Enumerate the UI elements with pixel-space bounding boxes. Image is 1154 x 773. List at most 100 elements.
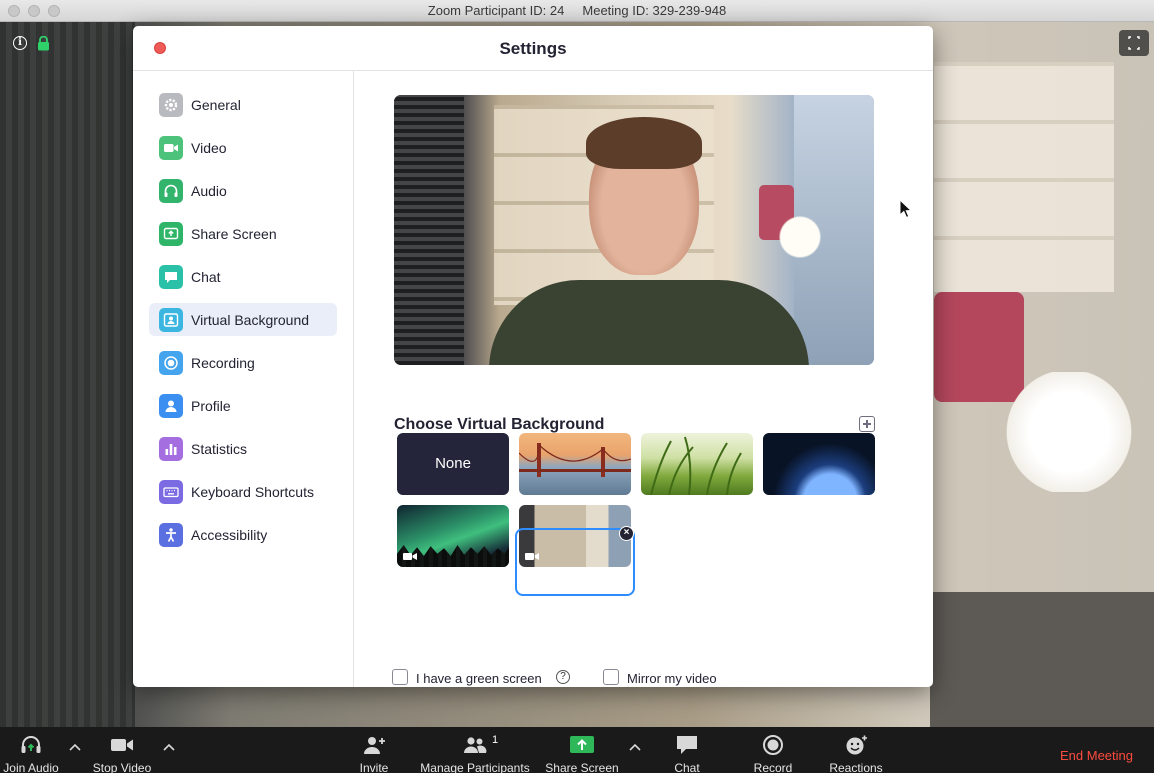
meeting-blinds (0, 22, 135, 727)
share-screen-icon (570, 736, 594, 753)
sidebar-item-general[interactable]: General (149, 88, 337, 121)
mirror-video-label: Mirror my video (627, 671, 717, 686)
meeting-shelf (934, 62, 1114, 292)
window-minimize-button[interactable] (28, 5, 40, 17)
settings-dialog: Settings General Video Audio Share Scree… (133, 26, 933, 687)
manage-participants-button[interactable]: Manage Participants (418, 727, 532, 773)
bar-chart-icon (159, 437, 183, 461)
join-audio-label: Join Audio (3, 761, 59, 773)
mirror-video-checkbox[interactable] (603, 669, 619, 685)
background-aurora[interactable] (397, 505, 509, 567)
selected-background-outline (515, 528, 635, 596)
sidebar-item-label: Statistics (191, 441, 248, 457)
meeting-toolbar: Join Audio Stop Video Invite Manage Part… (0, 727, 1154, 773)
record-label: Record (753, 761, 793, 773)
bridge-image (519, 443, 631, 477)
sidebar-item-label: Recording (191, 355, 255, 371)
encryption-lock-icon[interactable] (37, 36, 50, 51)
video-camera-icon (403, 553, 417, 560)
sidebar-item-label: Virtual Background (191, 312, 310, 328)
fullscreen-icon (1128, 36, 1140, 50)
background-grass[interactable] (641, 433, 753, 495)
sidebar-item-share-screen[interactable]: Share Screen (149, 217, 337, 250)
section-title: Choose Virtual Background (394, 416, 605, 433)
mouse-cursor-icon (899, 199, 913, 219)
gear-icon (159, 93, 183, 117)
video-camera-icon (111, 739, 133, 751)
sidebar-item-label: Keyboard Shortcuts (191, 484, 314, 500)
record-circle-icon (763, 735, 783, 755)
delete-background-button[interactable]: × (619, 526, 634, 541)
person-portrait-icon (159, 308, 183, 332)
sidebar-item-audio[interactable]: Audio (149, 174, 337, 207)
participant-count: 1 (492, 734, 499, 746)
green-screen-label: I have a green screen (416, 671, 542, 686)
window-close-button[interactable] (8, 5, 20, 17)
window-title-bar: Zoom Participant ID: 24 Meeting ID: 329-… (0, 0, 1154, 22)
record-button[interactable]: Record (748, 727, 798, 773)
end-meeting-button[interactable]: End Meeting (1060, 748, 1133, 763)
window-title: Zoom Participant ID: 24 Meeting ID: 329-… (427, 3, 727, 18)
meeting-table (930, 592, 1154, 727)
join-audio-button[interactable]: Join Audio (0, 727, 62, 773)
user-icon (159, 394, 183, 418)
sidebar-item-label: Video (191, 140, 227, 156)
chat-button[interactable]: Chat (664, 727, 710, 773)
share-screen-button[interactable]: Share Screen (543, 727, 621, 773)
green-screen-checkbox[interactable] (392, 669, 408, 685)
background-bridge[interactable] (519, 433, 631, 495)
share-options-chevron-up-icon[interactable] (629, 743, 641, 751)
video-options-chevron-up-icon[interactable] (163, 743, 175, 751)
chat-bubble-icon (159, 265, 183, 289)
sidebar-item-virtual-background[interactable]: Virtual Background (149, 303, 337, 336)
help-icon[interactable]: ? (556, 670, 570, 684)
participants-icon (464, 737, 487, 753)
sidebar-item-label: Accessibility (191, 527, 268, 543)
settings-header: Settings (133, 26, 933, 71)
smiley-add-icon (846, 735, 867, 755)
add-background-button[interactable] (859, 416, 875, 432)
sidebar-item-chat[interactable]: Chat (149, 260, 337, 293)
virtual-background-panel: Choose Virtual Background None × I have … (355, 71, 933, 687)
background-earth-space[interactable] (763, 433, 875, 495)
sidebar-item-label: Chat (191, 269, 221, 285)
sidebar-item-label: Audio (191, 183, 227, 199)
preview-person-body (489, 280, 809, 365)
sidebar-item-recording[interactable]: Recording (149, 346, 337, 379)
chat-bubble-icon (677, 736, 697, 754)
background-none[interactable]: None (397, 433, 509, 495)
video-preview (394, 95, 874, 365)
preview-blinds (394, 95, 464, 365)
chat-label: Chat (674, 761, 700, 773)
sidebar-item-label: Profile (191, 398, 231, 414)
add-user-icon (364, 737, 385, 754)
manage-participants-label: Manage Participants (420, 761, 530, 773)
preview-person-hair (586, 117, 702, 169)
preview-lamp (774, 213, 826, 261)
sidebar-item-profile[interactable]: Profile (149, 389, 337, 422)
sidebar-item-video[interactable]: Video (149, 131, 337, 164)
invite-button[interactable]: Invite (350, 727, 398, 773)
sidebar-item-label: Share Screen (191, 226, 277, 242)
share-screen-icon (159, 222, 183, 246)
share-screen-label: Share Screen (545, 761, 619, 773)
fullscreen-button[interactable] (1119, 30, 1149, 56)
sidebar-item-statistics[interactable]: Statistics (149, 432, 337, 465)
sidebar-item-label: General (191, 97, 241, 113)
sidebar-item-accessibility[interactable]: Accessibility (149, 518, 337, 551)
reactions-label: Reactions (829, 761, 883, 773)
sidebar-item-keyboard-shortcuts[interactable]: Keyboard Shortcuts (149, 475, 337, 508)
meeting-lamp (1004, 372, 1134, 492)
meeting-info-icon[interactable]: i (13, 36, 27, 50)
stop-video-button[interactable]: Stop Video (90, 727, 154, 773)
keyboard-icon (159, 480, 183, 504)
settings-title: Settings (499, 39, 567, 58)
window-zoom-button[interactable] (48, 5, 60, 17)
headphones-icon (21, 736, 41, 753)
reactions-button[interactable]: Reactions (826, 727, 886, 773)
settings-sidebar: General Video Audio Share Screen Chat Vi… (133, 71, 354, 687)
audio-options-chevron-up-icon[interactable] (69, 743, 81, 751)
accessibility-icon (159, 523, 183, 547)
headphones-icon (159, 179, 183, 203)
record-circle-icon (159, 351, 183, 375)
